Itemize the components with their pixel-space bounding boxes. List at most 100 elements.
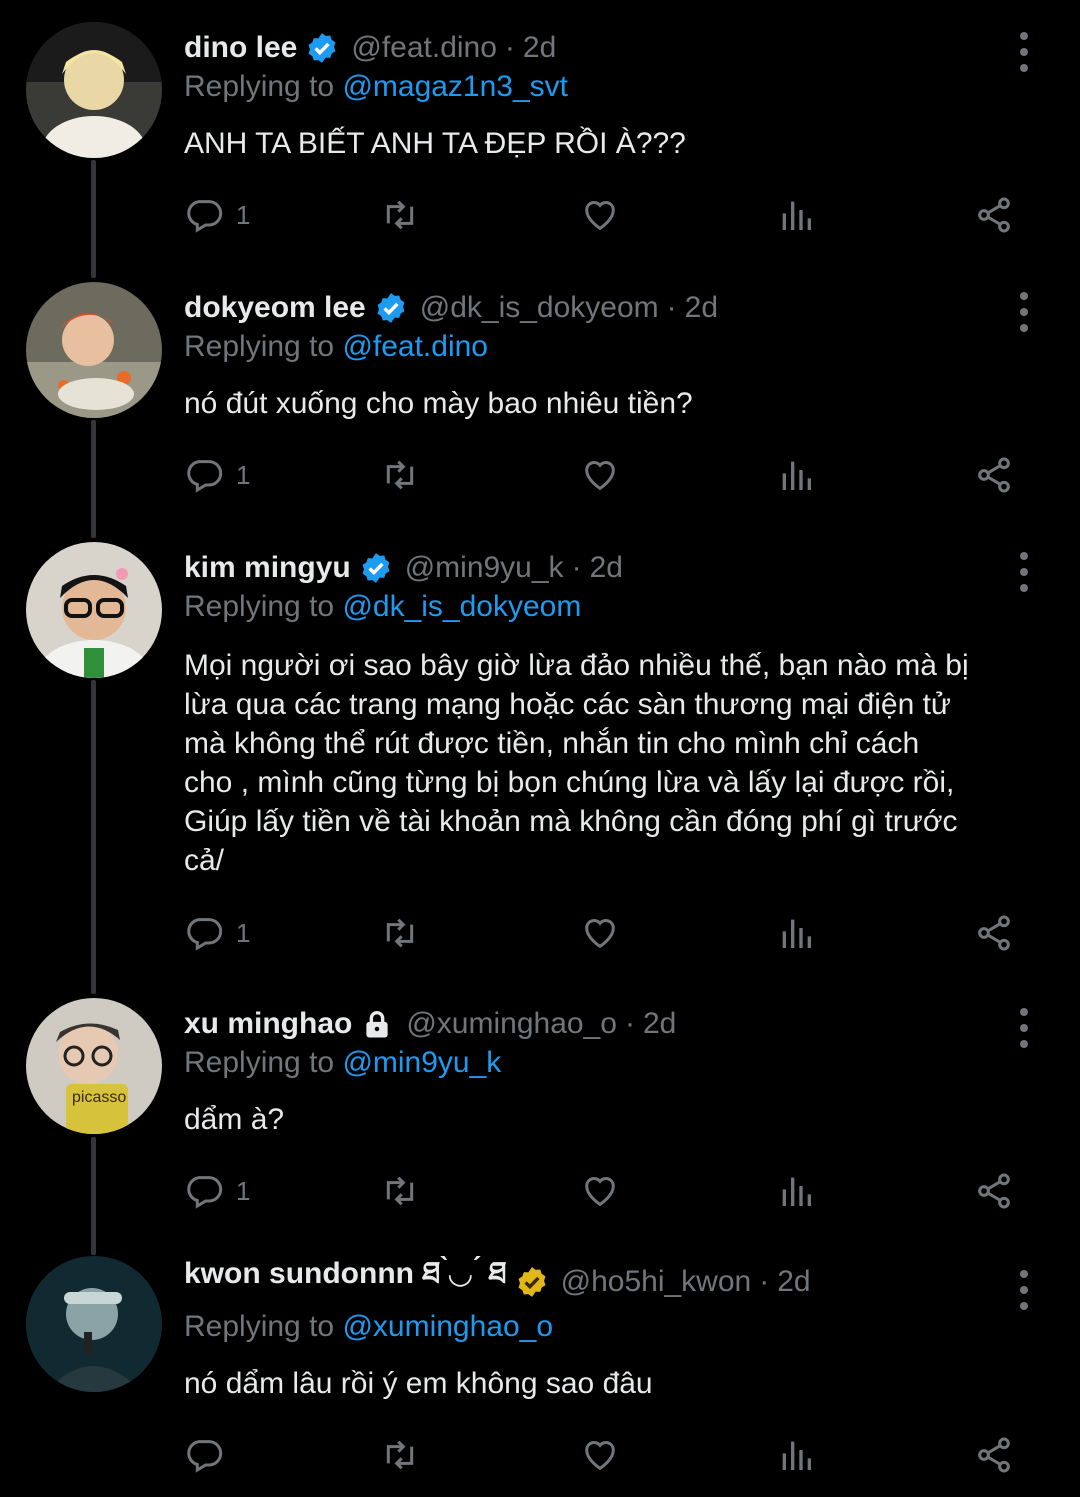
timestamp[interactable]: 2d — [523, 31, 556, 65]
like-button[interactable] — [580, 910, 620, 956]
more-options-icon[interactable] — [1010, 292, 1038, 332]
tweet-text: nó dẩm lâu rồi ý em không sao đâu — [184, 1367, 653, 1400]
like-button[interactable] — [580, 1432, 620, 1478]
reply-icon — [187, 460, 223, 493]
views-icon — [782, 1177, 811, 1206]
retweet-button[interactable] — [380, 192, 420, 238]
tweet-text: ANH TA BIẾT ANH TA ĐẸP RỒI À??? — [184, 127, 686, 160]
retweet-button[interactable] — [380, 1432, 420, 1478]
share-button[interactable] — [974, 1168, 1014, 1214]
share-icon — [978, 915, 1010, 951]
views-button[interactable] — [776, 1432, 816, 1478]
action-bar: 1 — [184, 910, 1044, 956]
handle[interactable]: @ho5hi_kwon — [561, 1265, 752, 1299]
retweet-icon — [386, 918, 414, 948]
display-name[interactable]: kim mingyu — [184, 551, 351, 585]
like-button[interactable] — [580, 1168, 620, 1214]
verified-gold-icon — [515, 1265, 549, 1299]
avatar[interactable]: picasso — [26, 998, 162, 1134]
like-button[interactable] — [580, 192, 620, 238]
action-bar: 1 — [184, 192, 1044, 238]
views-icon — [782, 1441, 811, 1470]
display-name[interactable]: xu minghao — [184, 1007, 352, 1041]
share-button[interactable] — [974, 910, 1014, 956]
handle[interactable]: @min9yu_k — [405, 551, 564, 585]
timestamp[interactable]: 2d — [590, 551, 623, 585]
handle[interactable]: @dk_is_dokyeom — [420, 291, 659, 325]
tweet[interactable]: kwon sundonnn ཐ ̀◡ ́ ཐ @ho5hi_kwon · 2d … — [0, 1256, 1080, 1492]
heart-icon — [585, 1177, 615, 1207]
display-name[interactable]: dino lee — [184, 31, 297, 65]
replying-to: Replying to @magaz1n3_svt — [184, 70, 569, 103]
handle[interactable]: @xuminghao_o — [406, 1007, 617, 1041]
reply-count: 1 — [236, 1175, 251, 1206]
heart-icon — [585, 201, 615, 231]
verified-blue-icon — [374, 291, 408, 325]
tweet[interactable]: dino lee @feat.dino · 2d Replying to @ma… — [0, 22, 1080, 258]
like-button[interactable] — [580, 452, 620, 498]
mention-link[interactable]: @dk_is_dokyeom — [342, 590, 581, 623]
retweet-button[interactable] — [380, 910, 420, 956]
tweet[interactable]: kim mingyu @min9yu_k · 2d Replying to @d… — [0, 542, 1080, 974]
tweet-text: nó đút xuống cho mày bao nhiêu tiền? — [184, 387, 693, 420]
handle[interactable]: @feat.dino — [351, 31, 497, 65]
retweet-icon — [386, 1440, 414, 1470]
verified-blue-icon — [359, 551, 393, 585]
action-bar: 1 — [184, 1168, 1044, 1214]
tweet[interactable]: picasso xu minghao @xuminghao_o · 2d Rep… — [0, 998, 1080, 1234]
separator: · — [571, 551, 582, 584]
reply-count: 1 — [236, 917, 251, 948]
avatar[interactable] — [26, 542, 162, 678]
timestamp[interactable]: 2d — [643, 1007, 676, 1041]
retweet-icon — [386, 200, 414, 230]
heart-icon — [585, 1441, 615, 1471]
more-options-icon[interactable] — [1010, 32, 1038, 72]
separator: · — [624, 1007, 635, 1040]
mention-link[interactable]: @xuminghao_o — [342, 1310, 553, 1343]
views-icon — [782, 201, 811, 230]
reply-button[interactable]: 1 — [184, 192, 250, 238]
share-icon — [978, 457, 1010, 493]
views-button[interactable] — [776, 192, 816, 238]
action-bar: 1 — [184, 452, 1044, 498]
share-button[interactable] — [974, 1432, 1014, 1478]
share-icon — [978, 197, 1010, 233]
action-bar — [184, 1432, 1044, 1478]
more-options-icon[interactable] — [1010, 1008, 1038, 1048]
reply-button[interactable]: 1 — [184, 452, 250, 498]
reply-button[interactable]: 1 — [184, 910, 250, 956]
timestamp[interactable]: 2d — [777, 1265, 810, 1299]
share-button[interactable] — [974, 452, 1014, 498]
retweet-button[interactable] — [380, 1168, 420, 1214]
tweet[interactable]: dokyeom lee @dk_is_dokyeom · 2d Replying… — [0, 282, 1080, 518]
replying-to: Replying to @xuminghao_o — [184, 1310, 554, 1343]
reply-icon — [187, 1440, 223, 1473]
views-button[interactable] — [776, 1168, 816, 1214]
avatar[interactable] — [26, 1256, 162, 1392]
reply-icon — [187, 200, 223, 233]
more-options-icon[interactable] — [1010, 552, 1038, 592]
mention-link[interactable]: @magaz1n3_svt — [342, 70, 568, 103]
reply-count: 1 — [236, 199, 251, 230]
display-name[interactable]: dokyeom lee — [184, 291, 366, 325]
timestamp[interactable]: 2d — [685, 291, 718, 325]
lock-icon — [360, 1007, 394, 1041]
heart-icon — [585, 461, 615, 491]
more-options-icon[interactable] — [1010, 1270, 1038, 1310]
reply-icon — [187, 918, 223, 951]
avatar[interactable] — [26, 282, 162, 418]
retweet-icon — [386, 460, 414, 490]
separator: · — [759, 1265, 770, 1298]
reply-button[interactable]: 1 — [184, 1168, 250, 1214]
mention-link[interactable]: @min9yu_k — [342, 1046, 501, 1079]
reply-button[interactable] — [184, 1432, 236, 1478]
views-icon — [782, 461, 811, 490]
svg-text:picasso: picasso — [72, 1089, 126, 1106]
views-button[interactable] — [776, 452, 816, 498]
retweet-button[interactable] — [380, 452, 420, 498]
tweet-text: Mọi người ơi sao bây giờ lừa đảo nhiều t… — [184, 649, 969, 877]
avatar[interactable] — [26, 22, 162, 158]
mention-link[interactable]: @feat.dino — [342, 330, 488, 363]
views-button[interactable] — [776, 910, 816, 956]
share-button[interactable] — [974, 192, 1014, 238]
